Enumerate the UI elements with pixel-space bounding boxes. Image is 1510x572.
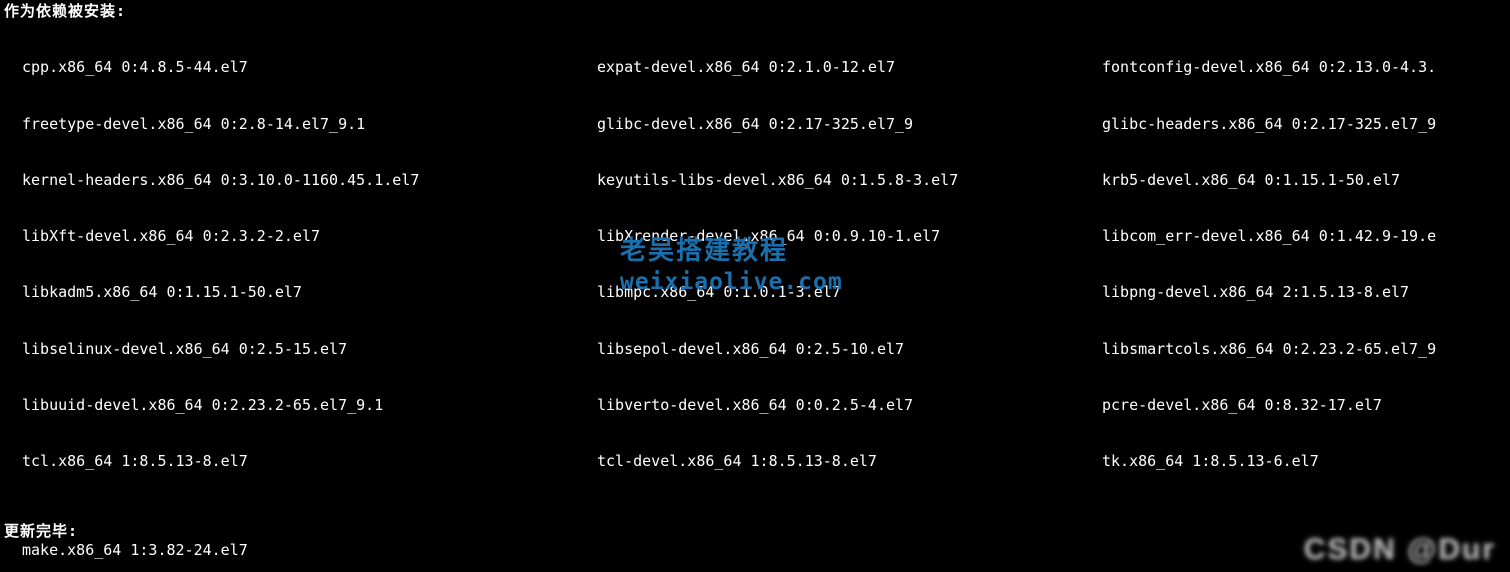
package-line: libverto-devel.x86_64 0:0.2.5-4.el7 bbox=[597, 396, 1102, 415]
section-header-updated: 更新完毕: bbox=[4, 522, 1502, 541]
package-line: krb5-devel.x86_64 0:1.15.1-50.el7 bbox=[1102, 171, 1502, 190]
package-line: tcl-devel.x86_64 1:8.5.13-8.el7 bbox=[597, 452, 1102, 471]
package-line: libmpc.x86_64 0:1.0.1-3.el7 bbox=[597, 283, 1102, 302]
section-header-deps-installed: 作为依赖被安装: bbox=[4, 2, 1502, 21]
package-line: libsmartcols.x86_64 0:2.23.2-65.el7_9 bbox=[1102, 340, 1502, 359]
package-line: fontconfig-devel.x86_64 0:2.13.0-4.3. bbox=[1102, 58, 1502, 77]
package-line: glibc-headers.x86_64 0:2.17-325.el7_9 bbox=[1102, 115, 1502, 134]
deps-installed-col3: fontconfig-devel.x86_64 0:2.13.0-4.3. gl… bbox=[1102, 21, 1502, 509]
deps-installed-col2: expat-devel.x86_64 0:2.1.0-12.el7 glibc-… bbox=[597, 21, 1102, 509]
package-line: make.x86_64 1:3.82-24.el7 bbox=[22, 541, 1502, 560]
deps-installed-col1: cpp.x86_64 0:4.8.5-44.el7 freetype-devel… bbox=[22, 21, 597, 509]
terminal-window[interactable]: 作为依赖被安装: cpp.x86_64 0:4.8.5-44.el7 freet… bbox=[0, 0, 1510, 572]
package-line: expat-devel.x86_64 0:2.1.0-12.el7 bbox=[597, 58, 1102, 77]
package-line: tcl.x86_64 1:8.5.13-8.el7 bbox=[22, 452, 597, 471]
package-line: libpng-devel.x86_64 2:1.5.13-8.el7 bbox=[1102, 283, 1502, 302]
package-line: libsepol-devel.x86_64 0:2.5-10.el7 bbox=[597, 340, 1102, 359]
package-line: pcre-devel.x86_64 0:8.32-17.el7 bbox=[1102, 396, 1502, 415]
package-line: kernel-headers.x86_64 0:3.10.0-1160.45.1… bbox=[22, 171, 597, 190]
package-line: glibc-devel.x86_64 0:2.17-325.el7_9 bbox=[597, 115, 1102, 134]
package-line: libselinux-devel.x86_64 0:2.5-15.el7 bbox=[22, 340, 597, 359]
package-line: libXft-devel.x86_64 0:2.3.2-2.el7 bbox=[22, 227, 597, 246]
package-line: freetype-devel.x86_64 0:2.8-14.el7_9.1 bbox=[22, 115, 597, 134]
package-line: tk.x86_64 1:8.5.13-6.el7 bbox=[1102, 452, 1502, 471]
package-line: libuuid-devel.x86_64 0:2.23.2-65.el7_9.1 bbox=[22, 396, 597, 415]
deps-installed-list: cpp.x86_64 0:4.8.5-44.el7 freetype-devel… bbox=[4, 21, 1502, 509]
package-line: libcom_err-devel.x86_64 0:1.42.9-19.e bbox=[1102, 227, 1502, 246]
updated-list: make.x86_64 1:3.82-24.el7 bbox=[4, 541, 1502, 560]
package-line: cpp.x86_64 0:4.8.5-44.el7 bbox=[22, 58, 597, 77]
corner-watermark: CSDN @Dur bbox=[1304, 531, 1496, 569]
package-line: libkadm5.x86_64 0:1.15.1-50.el7 bbox=[22, 283, 597, 302]
package-line: keyutils-libs-devel.x86_64 0:1.5.8-3.el7 bbox=[597, 171, 1102, 190]
package-line: libXrender-devel.x86_64 0:0.9.10-1.el7 bbox=[597, 227, 1102, 246]
